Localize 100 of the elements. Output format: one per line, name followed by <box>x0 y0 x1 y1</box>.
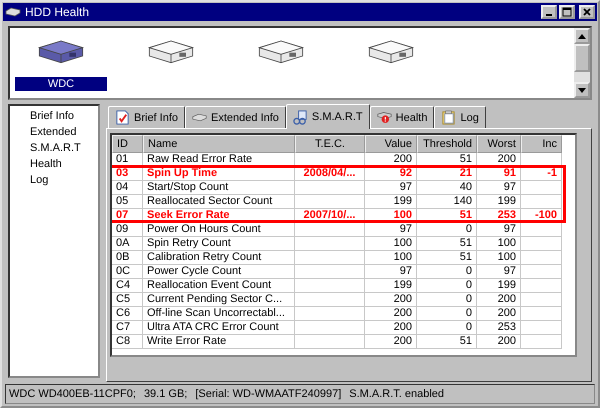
up-arrow-icon <box>578 34 586 38</box>
table-cell <box>295 195 365 209</box>
status-text: WDC WD400EB-11CPF0; <box>9 388 136 400</box>
sidebar-item[interactable]: Brief Info <box>30 108 98 124</box>
table-cell: Raw Read Error Rate <box>143 153 295 167</box>
table-cell <box>295 181 365 195</box>
table-cell: 09 <box>112 223 143 237</box>
scroll-down-button[interactable] <box>574 82 590 98</box>
sidebar-item[interactable]: Extended <box>30 124 98 140</box>
table-cell: 200 <box>365 307 417 321</box>
minimize-icon <box>546 14 552 16</box>
sidebar-item[interactable]: Health <box>30 156 98 172</box>
table-cell: 200 <box>477 335 521 349</box>
table-cell: Write Error Rate <box>143 335 295 349</box>
table-cell: 92 <box>365 167 417 181</box>
table-cell: Spin Up Time <box>143 167 295 181</box>
table-cell: 200 <box>477 307 521 321</box>
tab[interactable]: Health <box>370 106 434 128</box>
table-cell: Start/Stop Count <box>143 181 295 195</box>
sidebar-item[interactable]: S.M.A.R.T <box>30 140 98 156</box>
table-cell: 07 <box>112 209 143 223</box>
column-header[interactable]: Threshold <box>417 135 477 153</box>
table-cell <box>295 251 365 265</box>
column-header[interactable]: Value <box>365 135 417 153</box>
drive-label[interactable]: WDC <box>15 77 107 91</box>
table-cell: 05 <box>112 195 143 209</box>
table-cell <box>521 181 562 195</box>
table-cell: 51 <box>417 335 477 349</box>
table-cell: 100 <box>365 251 417 265</box>
close-button[interactable] <box>579 5 595 19</box>
scroll-thumb[interactable] <box>574 44 590 72</box>
scrollbar[interactable] <box>574 28 590 98</box>
tab[interactable]: S.M.A.R.T <box>286 104 370 129</box>
document-glasses-icon <box>292 110 308 124</box>
table-cell: 200 <box>365 335 417 349</box>
drive-warning-icon <box>376 110 392 125</box>
table-cell: 51 <box>417 251 477 265</box>
status-text: 39.1 GB; <box>144 388 188 400</box>
table-cell: 97 <box>365 181 417 195</box>
disk-drive-icon <box>5 7 21 17</box>
table-cell: -1 <box>521 167 562 181</box>
status-text: S.M.A.R.T. enabled <box>349 388 444 400</box>
table-cell <box>521 279 562 293</box>
table-cell: 100 <box>365 237 417 251</box>
table-cell: 200 <box>365 321 417 335</box>
table-cell: 200 <box>477 293 521 307</box>
scroll-track[interactable] <box>574 72 590 82</box>
column-header[interactable]: Worst <box>477 135 521 153</box>
table-cell: 51 <box>417 153 477 167</box>
window-title: HDD Health <box>25 5 90 19</box>
tab[interactable]: Log <box>434 106 486 128</box>
table-cell: 0 <box>417 279 477 293</box>
column-header[interactable]: Name <box>143 135 295 153</box>
maximize-button[interactable] <box>559 5 575 19</box>
table-cell: Spin Retry Count <box>143 237 295 251</box>
table-cell: Power Cycle Count <box>143 265 295 279</box>
table-cell: 200 <box>477 153 521 167</box>
table-cell <box>295 321 365 335</box>
column-header[interactable]: ID <box>112 135 143 153</box>
table-cell <box>295 223 365 237</box>
column-header[interactable]: T.E.C. <box>295 135 365 153</box>
table-cell <box>521 293 562 307</box>
table-cell <box>521 237 562 251</box>
table-cell: 97 <box>477 181 521 195</box>
tab[interactable]: Brief Info <box>108 106 186 128</box>
table-cell: 0 <box>417 223 477 237</box>
clipboard-icon <box>441 110 456 125</box>
table-cell: 199 <box>477 279 521 293</box>
document-check-icon <box>115 110 130 125</box>
table-cell: 253 <box>477 209 521 223</box>
table-cell: Ultra ATA CRC Error Count <box>143 321 295 335</box>
table-cell: 0 <box>417 265 477 279</box>
minimize-button[interactable] <box>541 5 557 19</box>
close-icon <box>582 7 592 17</box>
sidebar-item[interactable]: Log <box>30 172 98 188</box>
table-cell: 97 <box>365 265 417 279</box>
table-cell: 97 <box>365 223 417 237</box>
table-cell: 01 <box>112 153 143 167</box>
table-cell: 140 <box>417 195 477 209</box>
table-cell <box>295 335 365 349</box>
table-cell: C5 <box>112 293 143 307</box>
table-cell: 199 <box>365 279 417 293</box>
table-cell <box>295 293 365 307</box>
status-text: [Serial: WD-WMAATF240997] <box>195 388 342 400</box>
table-cell: 100 <box>477 237 521 251</box>
table-cell: 0B <box>112 251 143 265</box>
table-cell: Calibration Retry Count <box>143 251 295 265</box>
table-cell: 199 <box>365 195 417 209</box>
column-header[interactable]: Inc <box>521 135 562 153</box>
table-cell: 97 <box>477 265 521 279</box>
table-cell: 200 <box>365 293 417 307</box>
scroll-up-button[interactable] <box>574 28 590 44</box>
table-cell <box>295 237 365 251</box>
table-cell: 04 <box>112 181 143 195</box>
table-cell: 2007/10/... <box>295 209 365 223</box>
table-cell: Current Pending Sector C... <box>143 293 295 307</box>
tab[interactable]: Extended Info <box>185 106 286 128</box>
maximize-icon <box>562 7 572 17</box>
table-cell: 0C <box>112 265 143 279</box>
table-cell <box>521 335 562 349</box>
